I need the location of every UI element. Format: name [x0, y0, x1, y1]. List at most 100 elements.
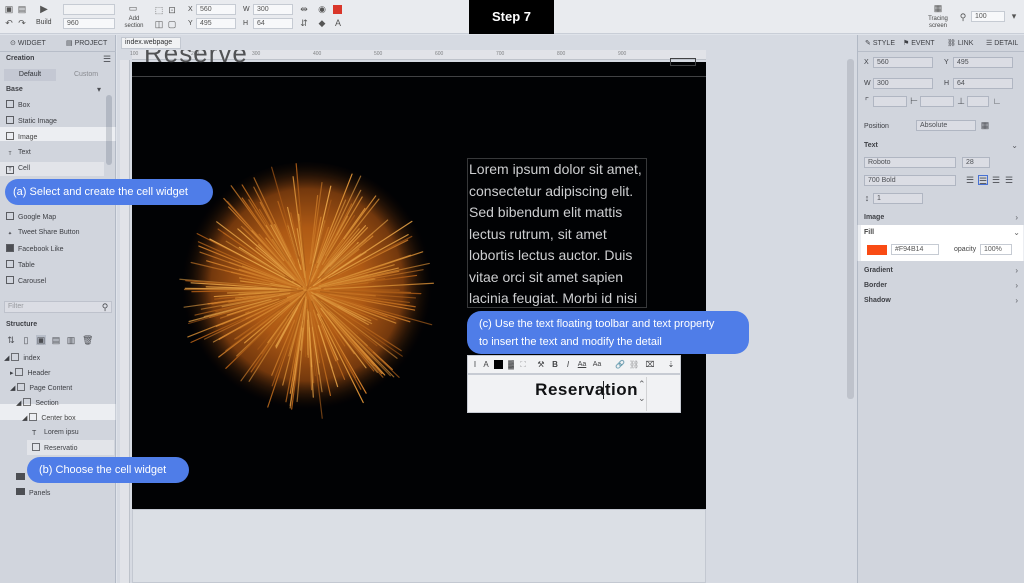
tab-detail[interactable]: ☰ DETAIL [986, 39, 1018, 47]
line-height-icon[interactable]: ↕ [862, 193, 872, 203]
h-field[interactable]: 64 [953, 78, 1013, 89]
tracing-icon[interactable]: ▦ [933, 3, 943, 13]
filter-input[interactable]: Filter [4, 301, 112, 313]
document-tab[interactable]: index.webpage [121, 37, 181, 49]
widget-google-map[interactable]: Google Map [6, 212, 56, 222]
tab-style[interactable]: ✎ STYLE [865, 39, 895, 47]
font-size-icon[interactable]: A [481, 359, 491, 371]
redo-icon[interactable]: ↷ [17, 18, 27, 28]
tree-lorem[interactable]: T Lorem ipsu [32, 428, 79, 438]
y-field[interactable]: 495 [196, 18, 236, 29]
x-field[interactable]: 560 [873, 57, 933, 68]
corner-field[interactable] [873, 96, 907, 107]
list-icon[interactable]: ☰ [102, 54, 112, 64]
text-color-swatch[interactable] [494, 360, 503, 369]
align-icon[interactable]: ◫ [154, 19, 164, 29]
tree-reservation[interactable]: Reservatio [32, 443, 77, 453]
line-height-field[interactable]: 1 [873, 193, 923, 204]
font-select[interactable]: Roboto [864, 157, 956, 168]
tab-event[interactable]: ⚑ EVENT [903, 39, 935, 47]
tree-header[interactable]: ▸ Header [10, 368, 50, 378]
width-icon[interactable]: ⊢ [909, 96, 919, 106]
fill-color-swatch[interactable] [867, 245, 887, 255]
min-width-field[interactable] [920, 96, 954, 107]
chevron-right-icon[interactable]: › [1015, 213, 1018, 222]
chevron-down-icon[interactable]: ⌄ [1011, 141, 1018, 150]
tracing-screen-button[interactable]: Tracing screen [926, 16, 950, 30]
undo-icon[interactable]: ↶ [4, 18, 14, 28]
add-section-button[interactable]: Add section [122, 16, 146, 30]
widget-text[interactable]: T Text [6, 148, 30, 158]
reservation-cell[interactable]: Reservation ⌃ ⌄ [467, 374, 681, 413]
clear-icon[interactable]: ⌧ [645, 359, 655, 371]
chevron-right-icon[interactable]: › [1015, 266, 1018, 275]
color-swatch[interactable] [333, 5, 342, 14]
chevron-right-icon[interactable]: › [1015, 296, 1018, 305]
link-icon[interactable]: 🔗 [615, 359, 625, 371]
case-icon[interactable]: Aa [592, 359, 602, 371]
chevron-up-icon[interactable]: ⌃ [638, 379, 646, 390]
layout-2-icon[interactable]: ▣ [36, 335, 46, 345]
tab-default[interactable]: Default [4, 69, 56, 81]
align-right-icon[interactable]: ☰ [991, 175, 1001, 185]
widget-table[interactable]: Table [6, 260, 35, 270]
tree-section[interactable]: ◢ Section [16, 398, 59, 408]
tree-center-box[interactable]: ◢ Center box [22, 413, 76, 423]
angle-icon[interactable]: ∟ [992, 96, 1002, 106]
chevron-down-icon[interactable]: ⌄ [1013, 228, 1020, 237]
tab-custom[interactable]: Custom [60, 69, 112, 81]
spacing-icon[interactable]: ⇣ [666, 359, 676, 371]
tree-index[interactable]: ◢ index [4, 353, 40, 363]
paint-format-icon[interactable]: ⚒ [536, 359, 546, 371]
chevron-down-icon[interactable]: ⌄ [638, 393, 646, 404]
fill-bucket-icon[interactable]: ◆ [317, 18, 327, 28]
align-left-icon[interactable]: ☰ [965, 175, 975, 185]
clear-format-icon[interactable]: ⛶ [518, 359, 528, 371]
width-field[interactable]: 960 [63, 18, 115, 29]
lorem-text-box[interactable]: Lorem ipsum dolor sit amet, consectetur … [467, 158, 647, 308]
eye-icon[interactable]: ◉ [317, 4, 327, 14]
file-icon[interactable]: ▤ [17, 4, 27, 14]
y-field[interactable]: 495 [953, 57, 1013, 68]
fill-hex-field[interactable]: #F94B14 [891, 244, 939, 255]
opacity-field[interactable]: 100% [980, 244, 1012, 255]
widget-cell[interactable]: T Cell [6, 164, 30, 174]
align-center-icon[interactable]: ☰ [978, 175, 988, 186]
zoom-menu-icon[interactable]: ▾ [1009, 11, 1019, 21]
anchor-icon[interactable]: ▦ [980, 120, 990, 130]
play-icon[interactable]: ▶ [39, 5, 49, 15]
widget-tweet-share[interactable]: ✦ Tweet Share Button [6, 228, 80, 238]
widget-static-image[interactable]: Static Image [6, 116, 57, 126]
trash-icon[interactable]: 🗑 [82, 335, 93, 345]
tree-page-content[interactable]: ◢ Page Content [10, 383, 72, 393]
unlink-icon[interactable]: ⛓ [629, 359, 639, 371]
widget-box[interactable]: Box [6, 100, 30, 110]
layout-4-icon[interactable]: ▥ [66, 335, 76, 345]
bold-icon[interactable]: B [550, 359, 560, 371]
device-select[interactable] [63, 4, 115, 15]
canvas-scrollbar[interactable] [847, 59, 854, 399]
reservation-text[interactable]: Reservation [468, 380, 638, 400]
text-cursor-icon[interactable]: I [470, 359, 480, 371]
font-weight-select[interactable]: 700 Bold [864, 175, 956, 186]
min-height-field[interactable] [967, 96, 989, 107]
text-color-icon[interactable]: A [333, 18, 343, 28]
h-field[interactable]: 64 [253, 18, 293, 29]
layout-3-icon[interactable]: ▤ [51, 335, 61, 345]
widget-facebook-like[interactable]: Facebook Like [6, 244, 64, 254]
chevron-right-icon[interactable]: › [1015, 281, 1018, 290]
select-icon[interactable]: ⬚ [154, 5, 164, 15]
tree-panels[interactable]: Panels [16, 488, 50, 498]
layout-1-icon[interactable]: ▯ [21, 335, 31, 345]
tab-widget[interactable]: ⊙ WIDGET [10, 37, 46, 51]
frame-icon[interactable]: ▢ [167, 19, 177, 29]
w-field[interactable]: 300 [873, 78, 933, 89]
highlight-icon[interactable]: ▓ [506, 359, 516, 371]
tab-project[interactable]: ▤ PROJECT [66, 37, 107, 51]
justify-icon[interactable]: ☰ [1004, 175, 1014, 185]
distribute-icon[interactable]: ⇵ [299, 18, 309, 28]
build-button[interactable]: Build [36, 19, 52, 26]
italic-icon[interactable]: I [563, 359, 573, 371]
position-select[interactable]: Absolute [916, 120, 976, 131]
move-icon[interactable]: ⇅ [6, 335, 16, 345]
